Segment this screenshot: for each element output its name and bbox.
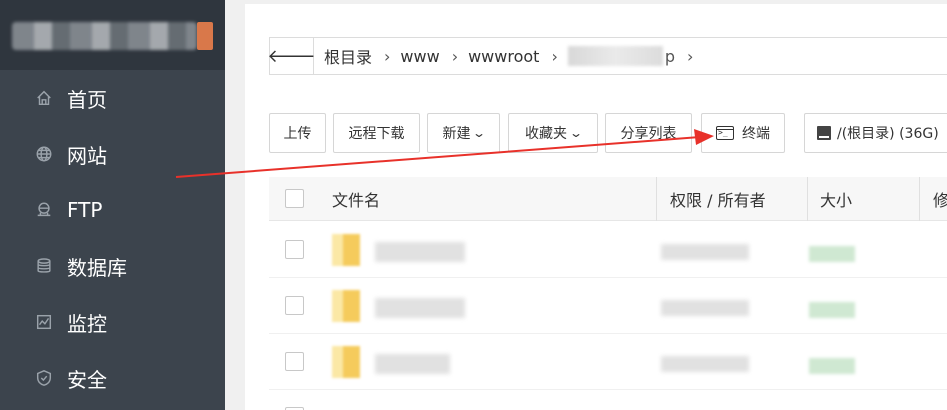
permission-redacted (661, 244, 749, 260)
panel-top-border (245, 0, 947, 4)
breadcrumb-redacted-segment[interactable] (567, 46, 663, 66)
sidebar-item-label: 首页 (67, 87, 107, 112)
sidebar-item-label: 安全 (67, 367, 107, 392)
sidebar-item-home[interactable]: 首页 (0, 70, 225, 126)
sidebar-item-monitor[interactable]: 监控 (0, 294, 225, 350)
select-all-checkbox[interactable] (285, 189, 304, 208)
terminal-button-label: 终端 (742, 126, 770, 142)
column-header-name[interactable]: 文件名 (332, 177, 380, 221)
table-row[interactable] (269, 390, 947, 410)
table-row[interactable] (269, 278, 947, 334)
globe-icon (34, 144, 54, 164)
folder-icon (332, 290, 360, 322)
chevron-right-icon: › (551, 46, 558, 66)
disk-selector-label: /(根目录) (36G) (837, 126, 939, 142)
chevron-right-icon: › (687, 46, 694, 66)
back-button[interactable]: 🡐 (267, 38, 316, 74)
new-button[interactable]: 新建 ⌄ (427, 113, 500, 153)
ftp-icon (34, 200, 54, 220)
sidebar-item-label: FTP (67, 198, 103, 222)
shield-icon (34, 368, 54, 388)
sidebar: 首页 网站 FTP 数据库 监控 安全 (0, 0, 225, 410)
column-divider (807, 177, 808, 221)
column-header-size[interactable]: 大小 (820, 177, 852, 221)
chevron-down-icon: ⌄ (568, 126, 584, 140)
folder-icon (332, 234, 360, 266)
server-status-badge (197, 22, 213, 50)
file-name-redacted[interactable] (375, 354, 450, 374)
permission-redacted (661, 356, 749, 372)
remote-download-button[interactable]: 远程下载 (333, 113, 420, 153)
breadcrumb-tail[interactable]: p (665, 47, 675, 66)
chevron-down-icon: ⌄ (472, 126, 487, 140)
terminal-button[interactable]: 终端 (701, 113, 785, 153)
share-list-button[interactable]: 分享列表 (605, 113, 692, 153)
sidebar-item-label: 监控 (67, 311, 107, 336)
file-name-redacted[interactable] (375, 242, 465, 262)
terminal-icon (716, 126, 734, 140)
column-header-modified[interactable]: 修 (933, 177, 947, 221)
size-redacted (809, 302, 855, 318)
permission-redacted (661, 300, 749, 316)
chevron-right-icon: › (384, 46, 391, 66)
sidebar-item-label: 网站 (67, 143, 107, 168)
row-checkbox[interactable] (285, 296, 304, 315)
sidebar-item-website[interactable]: 网站 (0, 126, 225, 182)
favorites-button[interactable]: 收藏夹 ⌄ (508, 113, 598, 153)
size-redacted (809, 246, 855, 262)
breadcrumb-www[interactable]: www (400, 47, 439, 66)
breadcrumb-root[interactable]: 根目录 (324, 44, 372, 68)
server-name-redacted (12, 22, 197, 50)
breadcrumb-wwwroot[interactable]: wwwroot (468, 47, 539, 66)
chevron-right-icon: › (451, 46, 459, 66)
table-row[interactable] (269, 222, 947, 278)
sidebar-item-database[interactable]: 数据库 (0, 238, 225, 294)
disk-icon (817, 126, 831, 140)
arrow-left-icon: 🡐 (267, 45, 316, 67)
row-checkbox[interactable] (285, 352, 304, 371)
disk-selector-button[interactable]: /(根目录) (36G) (804, 113, 947, 153)
home-icon (34, 88, 54, 108)
folder-icon (332, 346, 360, 378)
table-row[interactable] (269, 334, 947, 390)
table-header: 文件名 权限 / 所有者 大小 修 (269, 177, 947, 221)
breadcrumb: 🡐 根目录 › www › wwwroot › p › (267, 37, 947, 75)
monitor-icon (34, 312, 54, 332)
row-checkbox[interactable] (285, 240, 304, 259)
sidebar-item-label: 数据库 (67, 255, 127, 280)
sidebar-item-security[interactable]: 安全 (0, 350, 225, 406)
column-header-permission[interactable]: 权限 / 所有者 (670, 177, 766, 221)
column-divider (919, 177, 920, 221)
new-button-label: 新建 (442, 126, 471, 142)
file-name-redacted[interactable] (375, 298, 465, 318)
favorites-button-label: 收藏夹 (524, 126, 567, 142)
column-divider (656, 177, 657, 221)
database-icon (34, 256, 54, 276)
sidebar-item-ftp[interactable]: FTP (0, 182, 225, 238)
upload-button[interactable]: 上传 (269, 113, 326, 153)
size-redacted (809, 358, 855, 374)
sidebar-header (0, 0, 225, 70)
